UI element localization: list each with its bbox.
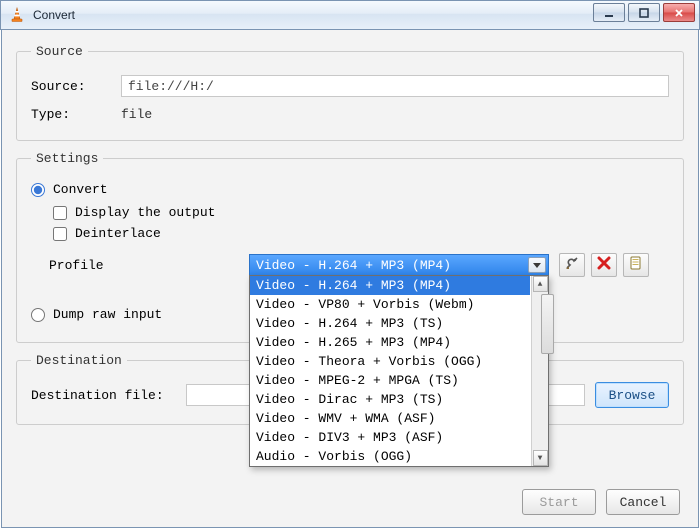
window-title: Convert xyxy=(33,8,75,22)
chevron-down-icon xyxy=(528,257,546,273)
delete-icon xyxy=(597,256,611,274)
destination-file-label: Destination file: xyxy=(31,388,186,403)
profile-option[interactable]: Video - H.264 + MP3 (TS) xyxy=(250,314,530,333)
close-button[interactable] xyxy=(663,3,695,22)
dump-raw-radio[interactable] xyxy=(31,308,45,322)
delete-profile-button[interactable] xyxy=(591,253,617,277)
source-group: Source Source: Type: file xyxy=(16,44,684,141)
profile-option[interactable]: Video - Dirac + MP3 (TS) xyxy=(250,390,530,409)
profile-dropdown: Video - H.264 + MP3 (MP4)Video - VP80 + … xyxy=(249,275,549,467)
settings-group: Settings Convert Display the output Dein… xyxy=(16,151,684,343)
convert-label: Convert xyxy=(53,182,108,197)
client-area: Source Source: Type: file Settings Conve… xyxy=(1,30,699,528)
profile-tool-buttons xyxy=(559,253,649,277)
display-output-checkbox[interactable] xyxy=(53,206,67,220)
scroll-thumb[interactable] xyxy=(541,294,554,354)
deinterlace-label: Deinterlace xyxy=(75,226,161,241)
profile-option[interactable]: Video - VP80 + Vorbis (Webm) xyxy=(250,295,530,314)
edit-profile-button[interactable] xyxy=(559,253,585,277)
source-legend: Source xyxy=(31,44,88,59)
type-label: Type: xyxy=(31,107,121,122)
settings-legend: Settings xyxy=(31,151,103,166)
scroll-down-icon[interactable]: ▼ xyxy=(533,450,548,466)
convert-radio[interactable] xyxy=(31,183,45,197)
profile-option[interactable]: Video - MPEG-2 + MPGA (TS) xyxy=(250,371,530,390)
minimize-button[interactable] xyxy=(593,3,625,22)
profile-option[interactable]: Video - WMV + WMA (ASF) xyxy=(250,409,530,428)
window-controls xyxy=(593,3,695,22)
vlc-app-icon xyxy=(9,7,25,23)
maximize-button[interactable] xyxy=(628,3,660,22)
profile-option[interactable]: Video - Theora + Vorbis (OGG) xyxy=(250,352,530,371)
source-label: Source: xyxy=(31,79,121,94)
profile-label: Profile xyxy=(49,258,249,273)
profile-option[interactable]: Video - H.265 + MP3 (MP4) xyxy=(250,333,530,352)
profile-row: Profile Video - H.264 + MP3 (MP4) Video … xyxy=(49,253,669,277)
type-value: file xyxy=(121,107,152,122)
profile-combobox[interactable]: Video - H.264 + MP3 (MP4) xyxy=(249,254,549,276)
new-profile-button[interactable] xyxy=(623,253,649,277)
display-output-label: Display the output xyxy=(75,205,215,220)
start-button[interactable]: Start xyxy=(522,489,596,515)
new-profile-icon xyxy=(629,256,643,274)
scroll-up-icon[interactable]: ▲ xyxy=(533,276,548,292)
profile-option[interactable]: Video - H.264 + MP3 (MP4) xyxy=(250,276,530,295)
profile-option[interactable]: Audio - Vorbis (OGG) xyxy=(250,447,530,466)
destination-legend: Destination xyxy=(31,353,127,368)
profile-combo-wrap: Video - H.264 + MP3 (MP4) Video - H.264 … xyxy=(249,254,549,276)
convert-radio-row: Convert xyxy=(31,182,669,197)
tools-icon xyxy=(564,255,580,275)
dump-raw-label: Dump raw input xyxy=(53,307,162,322)
deinterlace-checkbox[interactable] xyxy=(53,227,67,241)
profile-selected-text: Video - H.264 + MP3 (MP4) xyxy=(256,258,451,273)
dropdown-scrollbar[interactable]: ▲ ▼ xyxy=(531,276,548,466)
source-input[interactable] xyxy=(121,75,669,97)
titlebar: Convert xyxy=(0,0,700,30)
cancel-button[interactable]: Cancel xyxy=(606,489,680,515)
profile-option[interactable]: Video - DIV3 + MP3 (ASF) xyxy=(250,428,530,447)
browse-button[interactable]: Browse xyxy=(595,382,669,408)
dialog-footer: Start Cancel xyxy=(522,489,680,515)
